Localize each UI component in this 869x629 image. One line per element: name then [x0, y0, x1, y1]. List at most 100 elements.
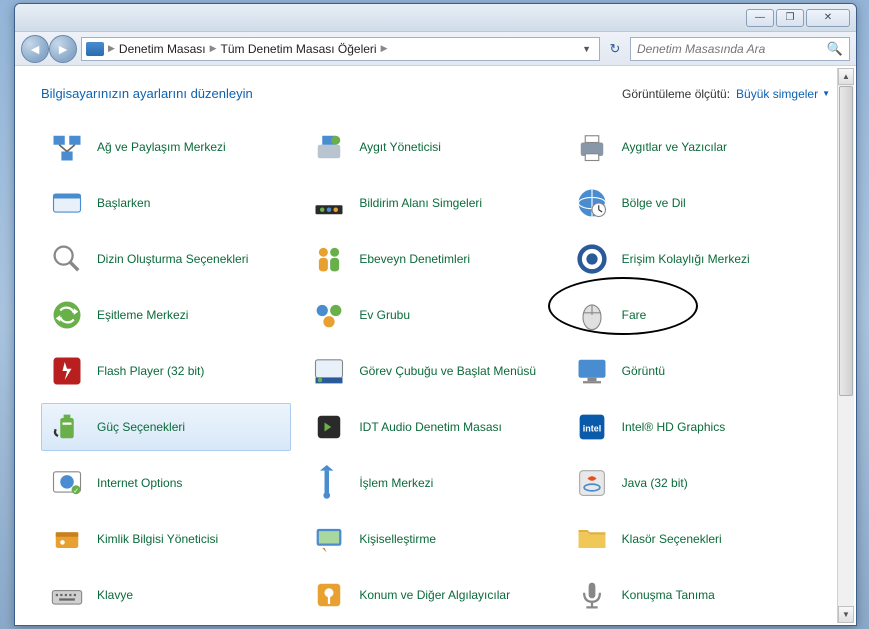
item-label: Konuşma Tanıma — [622, 588, 715, 602]
control-panel-item[interactable]: Bildirim Alanı Simgeleri — [303, 179, 553, 227]
address-box[interactable]: ▶ Denetim Masası ▶ Tüm Denetim Masası Öğ… — [81, 37, 600, 61]
back-button[interactable]: ◄ — [21, 35, 49, 63]
item-label: Erişim Kolaylığı Merkezi — [622, 252, 750, 266]
getting-started-icon — [49, 185, 85, 221]
display-icon — [574, 353, 610, 389]
item-label: Başlarken — [97, 196, 150, 210]
control-panel-item[interactable]: Fare — [566, 291, 816, 339]
page-title: Bilgisayarınızın ayarlarını düzenleyin — [41, 86, 253, 101]
control-panel-item[interactable]: Kişiselleştirme — [303, 515, 553, 563]
svg-text:✓: ✓ — [73, 488, 79, 495]
maximize-button[interactable]: ❐ — [776, 9, 804, 27]
item-label: Güç Seçenekleri — [97, 420, 185, 434]
control-panel-item[interactable]: Flash Player (32 bit) — [41, 347, 291, 395]
control-panel-item[interactable]: Ebeveyn Denetimleri — [303, 235, 553, 283]
item-label: Klavye — [97, 588, 133, 602]
control-panel-item[interactable]: Klasör Seçenekleri — [566, 515, 816, 563]
chevron-right-icon: ▶ — [381, 43, 388, 54]
breadcrumb-item[interactable]: Denetim Masası — [119, 42, 206, 56]
control-panel-item[interactable]: Java (32 bit) — [566, 459, 816, 507]
item-label: IDT Audio Denetim Masası — [359, 420, 502, 434]
homegroup-icon — [311, 297, 347, 333]
close-button[interactable]: ✕ — [806, 9, 850, 27]
control-panel-icon — [86, 42, 104, 56]
view-by-dropdown[interactable]: Büyük simgeler ▼ — [736, 87, 830, 101]
control-panel-item[interactable]: Aygıt Yöneticisi — [303, 123, 553, 171]
control-panel-window: — ❐ ✕ ◄ ► ▶ Denetim Masası ▶ Tüm Denetim… — [14, 3, 857, 626]
taskbar-icon — [311, 353, 347, 389]
device-mgr-icon — [311, 129, 347, 165]
control-panel-item[interactable]: Aygıtlar ve Yazıcılar — [566, 123, 816, 171]
breadcrumb-item[interactable]: Tüm Denetim Masası Öğeleri — [221, 42, 377, 56]
minimize-icon: — — [755, 12, 765, 23]
item-label: Bölge ve Dil — [622, 196, 686, 210]
flash-icon — [49, 353, 85, 389]
view-by-label: Görüntüleme ölçütü: — [622, 87, 730, 101]
minimize-button[interactable]: — — [746, 9, 774, 27]
search-box[interactable]: 🔍 — [630, 37, 850, 61]
printers-icon — [574, 129, 610, 165]
control-panel-item[interactable]: İşlem Merkezi — [303, 459, 553, 507]
heading-row: Bilgisayarınızın ayarlarını düzenleyin G… — [41, 86, 830, 101]
control-panel-item[interactable]: Bölge ve Dil — [566, 179, 816, 227]
keyboard-icon — [49, 577, 85, 613]
view-by-value: Büyük simgeler — [736, 87, 818, 101]
location-icon — [311, 577, 347, 613]
chevron-down-icon: ▼ — [822, 89, 830, 98]
internet-icon: ✓ — [49, 465, 85, 501]
forward-button[interactable]: ► — [49, 35, 77, 63]
items-grid: Ağ ve Paylaşım Merkezi Aygıt Yöneticisi Ay… — [41, 123, 830, 619]
control-panel-item[interactable]: Erişim Kolaylığı Merkezi — [566, 235, 816, 283]
view-by-control: Görüntüleme ölçütü: Büyük simgeler ▼ — [622, 87, 830, 101]
vertical-scrollbar[interactable]: ▲ ▼ — [837, 68, 854, 623]
folder-icon — [574, 521, 610, 557]
control-panel-item[interactable]: Konum ve Diğer Algılayıcılar — [303, 571, 553, 619]
refresh-button[interactable]: ↻ — [604, 38, 626, 60]
item-label: Görüntü — [622, 364, 665, 378]
item-label: İşlem Merkezi — [359, 476, 433, 490]
indexing-icon — [49, 241, 85, 277]
control-panel-item[interactable]: Klavye — [41, 571, 291, 619]
control-panel-item[interactable]: Kimlik Bilgisi Yöneticisi — [41, 515, 291, 563]
item-label: Java (32 bit) — [622, 476, 688, 490]
power-icon — [49, 409, 85, 445]
close-icon: ✕ — [824, 12, 832, 23]
control-panel-item[interactable]: Görev Çubuğu ve Başlat Menüsü — [303, 347, 553, 395]
ease-icon — [574, 241, 610, 277]
search-icon[interactable]: 🔍 — [827, 41, 843, 57]
chevron-right-icon: ▶ — [108, 43, 115, 54]
idt-icon — [311, 409, 347, 445]
control-panel-item[interactable]: Görüntü — [566, 347, 816, 395]
item-label: Fare — [622, 308, 647, 322]
control-panel-item[interactable]: intelIntel® HD Graphics — [566, 403, 816, 451]
item-label: Dizin Oluşturma Seçenekleri — [97, 252, 248, 266]
control-panel-item[interactable]: Eşitleme Merkezi — [41, 291, 291, 339]
item-label: Eşitleme Merkezi — [97, 308, 188, 322]
personalize-icon — [311, 521, 347, 557]
item-label: Kimlik Bilgisi Yöneticisi — [97, 532, 218, 546]
item-label: Aygıt Yöneticisi — [359, 140, 441, 154]
item-label: Görev Çubuğu ve Başlat Menüsü — [359, 364, 536, 378]
control-panel-item[interactable]: Güç Seçenekleri — [41, 403, 291, 451]
scroll-down-button[interactable]: ▼ — [838, 606, 854, 623]
control-panel-item[interactable]: ✓Internet Options — [41, 459, 291, 507]
control-panel-item[interactable]: IDT Audio Denetim Masası — [303, 403, 553, 451]
control-panel-item[interactable]: Başlarken — [41, 179, 291, 227]
credential-icon — [49, 521, 85, 557]
address-dropdown[interactable]: ▼ — [578, 44, 595, 54]
tray-icon — [311, 185, 347, 221]
control-panel-item[interactable]: Konuşma Tanıma — [566, 571, 816, 619]
item-label: Bildirim Alanı Simgeleri — [359, 196, 482, 210]
scroll-thumb[interactable] — [839, 86, 853, 396]
control-panel-item[interactable]: Dizin Oluşturma Seçenekleri — [41, 235, 291, 283]
control-panel-item[interactable]: Ağ ve Paylaşım Merkezi — [41, 123, 291, 171]
item-label: Ağ ve Paylaşım Merkezi — [97, 140, 226, 154]
item-label: Klasör Seçenekleri — [622, 532, 722, 546]
control-panel-item[interactable]: Ev Grubu — [303, 291, 553, 339]
item-label: Konum ve Diğer Algılayıcılar — [359, 588, 510, 602]
maximize-icon: ❐ — [786, 12, 795, 23]
scroll-up-button[interactable]: ▲ — [838, 68, 854, 85]
search-input[interactable] — [637, 42, 827, 56]
intel-icon: intel — [574, 409, 610, 445]
item-label: Ebeveyn Denetimleri — [359, 252, 470, 266]
